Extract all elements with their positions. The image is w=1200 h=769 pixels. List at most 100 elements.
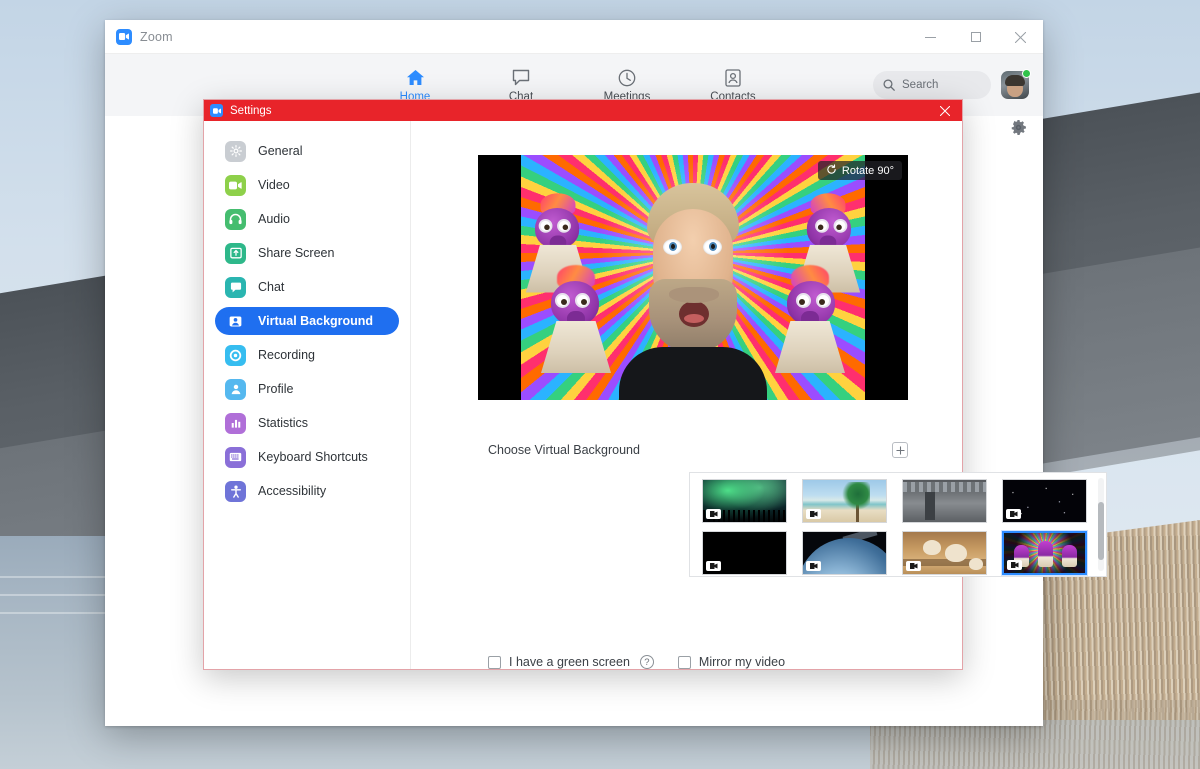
rotate-90-label: Rotate 90° — [841, 164, 894, 177]
search-placeholder: Search — [902, 79, 939, 91]
window-controls — [908, 20, 1043, 54]
letterbox-bar-right — [865, 155, 908, 400]
video-preview[interactable]: Rotate 90° — [478, 155, 908, 400]
sidebar-item-keyboard-shortcuts[interactable]: Keyboard Shortcuts — [215, 443, 399, 471]
background-thumbnail-panel — [689, 472, 1107, 577]
gear-icon[interactable] — [1005, 114, 1031, 140]
keyboard-icon — [225, 446, 246, 468]
green-screen-label: I have a green screen — [509, 655, 630, 669]
background-thumbnail-grid — [690, 473, 1096, 576]
clock-icon — [618, 68, 636, 88]
virtual-background-scene — [521, 155, 865, 400]
sidebar-item-label: Audio — [258, 212, 290, 226]
sidebar-item-label: Profile — [258, 382, 294, 396]
background-thumbnail-earth-from-space[interactable] — [802, 531, 887, 575]
sidebar-item-label: Statistics — [258, 416, 309, 430]
window-titlebar: Zoom — [105, 20, 1043, 54]
background-thumbnail-black[interactable] — [702, 531, 787, 575]
sidebar-item-label: Accessibility — [258, 484, 327, 498]
puppet-figure — [775, 263, 845, 373]
sidebar-item-profile[interactable]: Profile — [215, 375, 399, 403]
share-screen-icon — [225, 242, 246, 264]
mirror-video-label: Mirror my video — [698, 655, 786, 669]
sidebar-item-general[interactable]: General — [215, 137, 399, 165]
zoom-camera-icon — [210, 104, 223, 117]
avatar[interactable] — [1001, 69, 1031, 99]
close-button[interactable] — [998, 20, 1043, 54]
sidebar-item-recording[interactable]: Recording — [215, 341, 399, 369]
video-badge-icon — [906, 561, 921, 571]
video-badge-icon — [806, 509, 821, 519]
nav-tabs: Home Chat Meetings Contacts — [384, 68, 764, 103]
video-badge-icon — [806, 561, 821, 571]
sidebar-item-audio[interactable]: Audio — [215, 205, 399, 233]
settings-titlebar: Settings — [204, 100, 962, 121]
background-thumbnail-starfield[interactable] — [1002, 479, 1087, 523]
puppet-figure — [541, 263, 611, 373]
virtual-background-panel: Rotate 90° Choose Virtual Background I h… — [411, 121, 1107, 669]
video-badge-icon — [1007, 560, 1022, 570]
tab-meetings[interactable]: Meetings — [596, 68, 658, 103]
choose-background-label: Choose Virtual Background — [488, 443, 640, 457]
rotate-90-button[interactable]: Rotate 90° — [817, 161, 902, 180]
scrollbar-thumb[interactable] — [1098, 502, 1104, 560]
question-mark-icon[interactable]: ? — [639, 655, 654, 669]
contact-card-icon — [725, 68, 741, 88]
letterbox-bar-left — [478, 155, 521, 400]
sidebar-item-label: Virtual Background — [258, 314, 374, 328]
sidebar-item-accessibility[interactable]: Accessibility — [215, 477, 399, 505]
chat-bubble-icon — [225, 276, 246, 298]
sidebar-item-chat[interactable]: Chat — [215, 273, 399, 301]
sidebar-item-statistics[interactable]: Statistics — [215, 409, 399, 437]
rotate-icon — [826, 163, 837, 178]
tab-chat[interactable]: Chat — [490, 68, 552, 103]
sidebar-item-label: Keyboard Shortcuts — [258, 450, 368, 464]
video-camera-icon — [225, 174, 246, 196]
video-badge-icon — [1006, 509, 1021, 519]
person-icon — [225, 378, 246, 400]
sidebar-item-label: Recording — [258, 348, 315, 362]
plus-square-icon[interactable] — [892, 442, 908, 458]
search-icon — [883, 79, 895, 91]
zoom-camera-icon — [116, 28, 132, 45]
sidebar-item-share-screen[interactable]: Share Screen — [215, 239, 399, 267]
sidebar-item-label: Chat — [258, 280, 285, 294]
settings-body: General Video Audio Share Screen Chat Vi… — [204, 121, 1107, 669]
minimize-button[interactable] — [908, 20, 953, 54]
thumbnail-scrollbar[interactable] — [1096, 473, 1106, 576]
background-thumbnail-aurora-borealis[interactable] — [702, 479, 787, 523]
maximize-button[interactable] — [953, 20, 998, 54]
video-badge-icon — [706, 561, 721, 571]
green-screen-checkbox[interactable] — [488, 655, 501, 669]
background-thumbnail-puppet-rainbow[interactable] — [1001, 530, 1088, 576]
sidebar-item-video[interactable]: Video — [215, 171, 399, 199]
sidebar-item-label: General — [258, 144, 303, 158]
background-thumbnail-puppies-on-steps[interactable] — [902, 531, 987, 575]
accessibility-icon — [225, 480, 246, 502]
window-title: Zoom — [140, 29, 173, 44]
video-badge-icon — [706, 509, 721, 519]
self-view-person — [619, 183, 767, 400]
settings-title: Settings — [230, 104, 272, 117]
choose-background-header: Choose Virtual Background — [488, 442, 908, 458]
mirror-video-checkbox[interactable] — [677, 655, 691, 669]
settings-sidebar: General Video Audio Share Screen Chat Vi… — [204, 121, 411, 669]
search-input[interactable]: Search — [873, 71, 991, 99]
gear-icon — [225, 140, 246, 162]
green-screen-option[interactable]: I have a green screen ? — [488, 655, 654, 669]
record-circle-icon — [225, 344, 246, 366]
person-frame-icon — [225, 310, 246, 332]
presence-indicator — [1022, 69, 1031, 78]
mirror-video-option[interactable]: Mirror my video — [677, 655, 786, 669]
chat-bubble-icon — [512, 68, 530, 88]
background-options-row: I have a green screen ? Mirror my video — [488, 655, 785, 669]
question-mark-glyph: ? — [644, 656, 650, 668]
background-thumbnail-tropical-beach[interactable] — [802, 479, 887, 523]
sidebar-item-virtual-background[interactable]: Virtual Background — [215, 307, 399, 335]
sidebar-item-label: Video — [258, 178, 290, 192]
tab-home[interactable]: Home — [384, 68, 446, 103]
settings-dialog: Settings General Video Audio Share Scree… — [203, 99, 1107, 670]
background-thumbnail-spaceship-interior[interactable] — [902, 479, 987, 523]
settings-close-button[interactable] — [928, 100, 962, 121]
tab-contacts[interactable]: Contacts — [702, 68, 764, 103]
